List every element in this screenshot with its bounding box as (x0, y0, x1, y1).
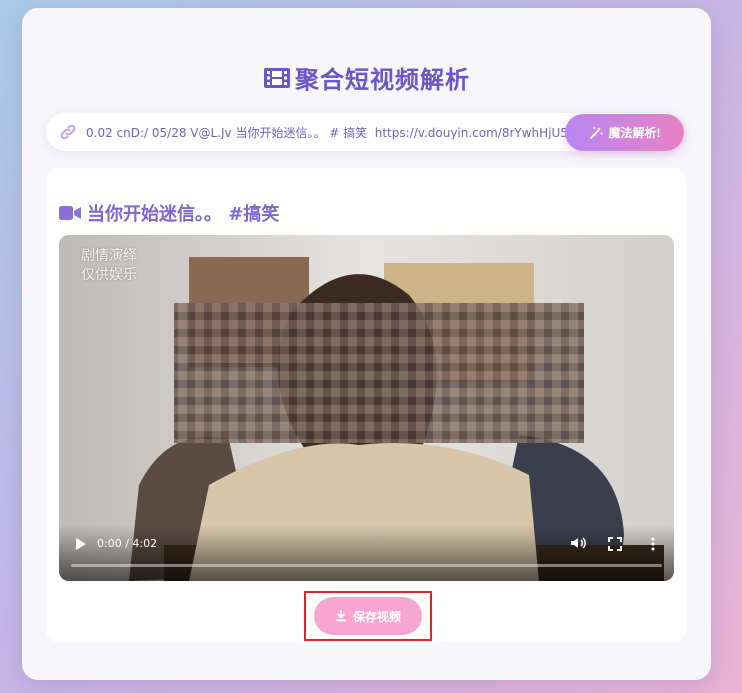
result-panel: 当你开始迷信。。 #搞笑 剧情演绎 仅供娱乐 0:00 / 4:02 保存视频 (46, 168, 686, 642)
video-camera-icon (59, 206, 81, 220)
video-title-text: 当你开始迷信。。 #搞笑 (87, 204, 280, 225)
watermark-line-1: 剧情演绎 (81, 248, 137, 264)
title-text: 聚合短视频解析 (295, 66, 470, 94)
video-title: 当你开始迷信。。 #搞笑 (59, 200, 279, 226)
video-time: 0:00 / 4:02 (97, 537, 158, 550)
save-button-highlight: 保存视频 (304, 591, 432, 641)
fullscreen-icon[interactable] (608, 537, 622, 551)
more-options-icon[interactable] (646, 537, 660, 551)
save-video-button[interactable]: 保存视频 (314, 597, 422, 635)
parse-button-label: 魔法解析! (608, 126, 661, 140)
video-watermark: 剧情演绎 仅供娱乐 (81, 247, 137, 285)
save-button-label: 保存视频 (352, 609, 401, 624)
progress-bar[interactable] (71, 564, 662, 567)
link-icon (60, 124, 76, 140)
volume-icon[interactable] (570, 535, 586, 551)
play-icon[interactable] (73, 537, 87, 551)
video-player[interactable]: 剧情演绎 仅供娱乐 0:00 / 4:02 (59, 235, 674, 581)
film-icon (264, 67, 290, 88)
video-controls: 0:00 / 4:02 (59, 525, 674, 581)
parse-button[interactable]: 魔法解析! (565, 114, 684, 151)
magic-wand-icon (589, 126, 602, 139)
watermark-line-2: 仅供娱乐 (81, 267, 137, 283)
page-title: 聚合短视频解析 (22, 60, 711, 95)
download-icon (335, 610, 346, 622)
